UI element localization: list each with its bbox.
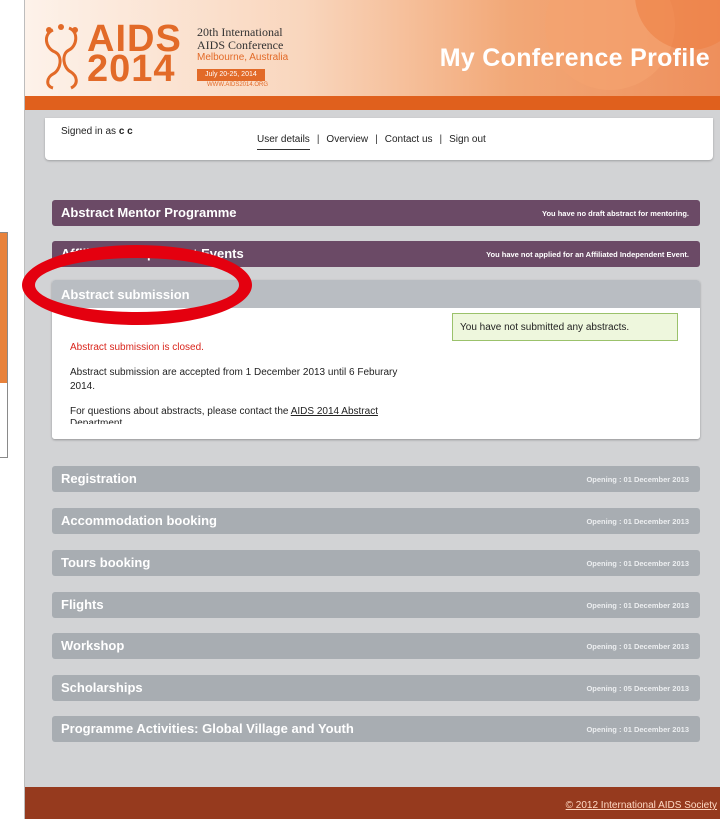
section-scholarships[interactable]: Scholarships Opening : 05 December 2013: [52, 675, 700, 701]
header-stripe: [25, 96, 720, 110]
section-abstract-mentor[interactable]: Abstract Mentor Programme You have no dr…: [52, 200, 700, 226]
section-title: Abstract Mentor Programme: [61, 205, 237, 220]
nav-overview[interactable]: Overview: [326, 134, 368, 149]
nav-contact-us[interactable]: Contact us: [385, 134, 433, 149]
conference-dates: July 20-25, 2014: [197, 69, 265, 81]
section-title: Tours booking: [61, 555, 151, 570]
section-flights[interactable]: Flights Opening : 01 December 2013: [52, 592, 700, 618]
section-status: Opening : 05 December 2013: [586, 684, 689, 693]
background-window-edge: [0, 232, 8, 458]
conference-info: 20th International AIDS Conference Melbo…: [197, 26, 317, 89]
signed-in-prefix: Signed in as: [61, 126, 117, 137]
conference-line2: AIDS Conference: [197, 38, 284, 52]
aids-ribbon-icon: [45, 24, 78, 90]
user-bar: Signed in as c c User details | Overview | C…: [45, 118, 713, 160]
section-title: Registration: [61, 471, 137, 486]
user-nav: User details | Overview | Contact us | Sign ou…: [257, 134, 486, 150]
section-title: Accommodation booking: [61, 513, 217, 528]
nav-user-details[interactable]: User details: [257, 134, 310, 150]
section-abstract-submission: Abstract submission Abstract submission …: [52, 280, 700, 439]
user-name: c c: [118, 126, 133, 137]
section-title: Affiliated Independent Events: [61, 246, 244, 261]
conference-profile-page: AIDS 2014 20th International AIDS Confer…: [22, 0, 720, 819]
section-workshop[interactable]: Workshop Opening : 01 December 2013: [52, 633, 700, 659]
page-title: My Conference Profile: [439, 44, 710, 72]
conference-site: WWW.AIDS2014.ORG: [207, 82, 269, 88]
section-title: Abstract submission: [61, 287, 190, 302]
contact-prefix: For questions about abstracts, please co…: [70, 406, 291, 417]
section-status: Opening : 01 December 2013: [586, 642, 689, 651]
section-programme-activities[interactable]: Programme Activities: Global Village and…: [52, 716, 700, 742]
section-tours[interactable]: Tours booking Opening : 01 December 2013: [52, 550, 700, 576]
accepted-dates-text: Abstract submission are accepted from 1 …: [70, 367, 398, 392]
logo-year: 2014: [87, 48, 176, 90]
nav-separator: |: [316, 134, 320, 145]
section-status: You have no draft abstract for mentoring…: [542, 209, 689, 218]
signed-in-text: Signed in as c c: [61, 126, 133, 137]
section-status: You have not applied for an Affiliated I…: [486, 250, 689, 259]
nav-sign-out[interactable]: Sign out: [449, 134, 486, 149]
nav-separator: |: [439, 134, 443, 145]
section-title: Flights: [61, 597, 104, 612]
copyright-link[interactable]: © 2012 International AIDS Society: [566, 800, 717, 811]
closed-message: Abstract submission is closed.: [70, 342, 204, 353]
background-window-orange: [0, 233, 7, 383]
panel-bottom: [52, 424, 700, 439]
section-status: Opening : 01 December 2013: [586, 475, 689, 484]
section-status: Opening : 01 December 2013: [586, 517, 689, 526]
section-title: Workshop: [61, 638, 125, 653]
section-title: Scholarships: [61, 680, 143, 695]
section-status: Opening : 01 December 2013: [586, 725, 689, 734]
section-status: Opening : 01 December 2013: [586, 601, 689, 610]
section-accommodation[interactable]: Accommodation booking Opening : 01 Decem…: [52, 508, 700, 534]
section-title: Programme Activities: Global Village and…: [61, 721, 354, 736]
section-affiliated-events[interactable]: Affiliated Independent Events You have n…: [52, 241, 700, 267]
header-banner: AIDS 2014 20th International AIDS Confer…: [25, 0, 720, 110]
section-header[interactable]: Abstract submission: [52, 280, 700, 308]
section-status: Opening : 01 December 2013: [586, 559, 689, 568]
conference-city: Melbourne, Australia: [197, 52, 289, 63]
nav-separator: |: [375, 134, 378, 145]
footer: © 2012 International AIDS Society: [25, 787, 720, 819]
section-registration[interactable]: Registration Opening : 01 December 2013: [52, 466, 700, 492]
submission-status-note: You have not submitted any abstracts.: [452, 313, 678, 341]
